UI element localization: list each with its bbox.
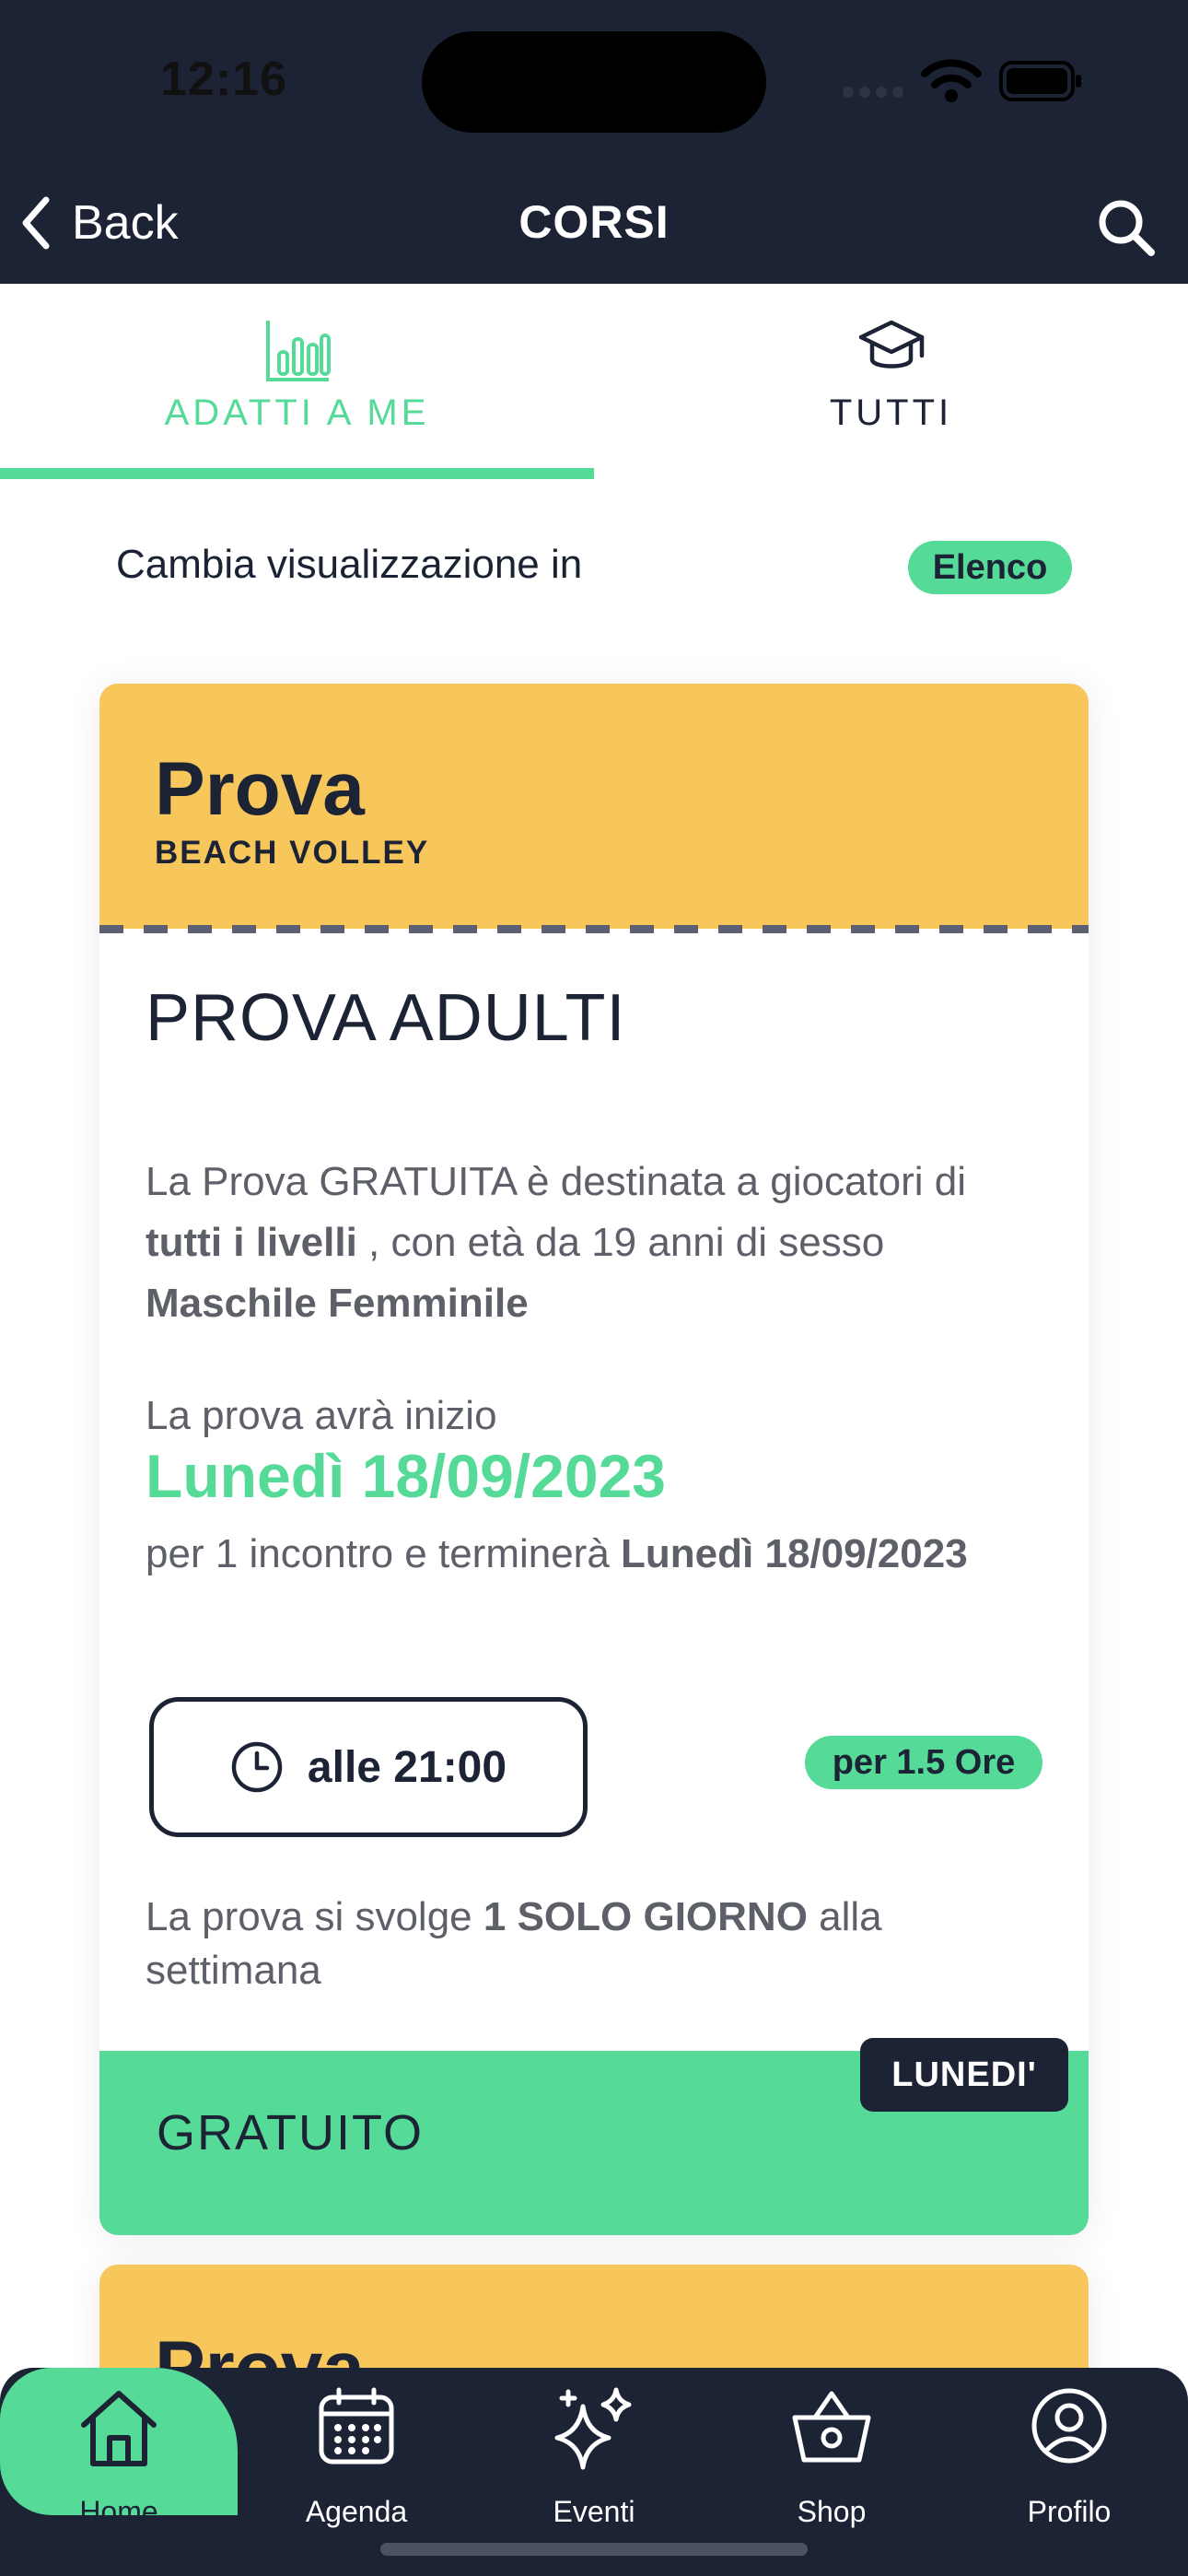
end-date: Lunedì 18/09/2023 [621,1531,968,1576]
start-label: La prova avrà inizio [146,1393,497,1438]
nav-label: Eventi [553,2495,635,2528]
sparkles-icon [554,2387,632,2470]
start-date: Lunedì 18/09/2023 [146,1442,666,1510]
page-title: CORSI [518,196,670,248]
dashed-divider [99,925,1089,933]
nav-profilo[interactable]: Profilo [950,2368,1188,2528]
active-tab-indicator [0,468,594,479]
gender-text: Maschile Femminile [146,1281,529,1326]
nav-label: Profilo [1027,2495,1112,2528]
dynamic-island [422,31,766,133]
search-icon[interactable] [1096,197,1157,258]
nav-agenda[interactable]: Agenda [238,2368,475,2528]
course-card[interactable]: Prova BEACH VOLLEY PROVA ADULTI La Prova… [99,684,1089,2235]
clock-icon [231,1741,283,1793]
basket-icon [792,2391,871,2463]
nav-label: Agenda [305,2495,408,2528]
status-time: 12:16 [160,53,287,106]
frequency-text: La prova si svolge 1 SOLO GIORNO alla se… [146,1894,882,1993]
graduation-cap-icon [858,320,924,369]
course-name: PROVA ADULTI [146,981,626,1055]
view-toggle-label: Cambia visualizzazione in [116,542,583,587]
price-label: GRATUITO [157,2105,425,2160]
bar-chart-icon [265,321,331,381]
tab-bar: ADATTI A ME TUTTI [0,284,1188,479]
card-header: Prova BEACH VOLLEY [99,684,1089,929]
course-type: Prova [155,747,365,831]
day-badge: LUNEDI' [860,2038,1068,2112]
course-sport: BEACH VOLLEY [155,835,430,871]
app-header: 12:16 Back CORSI [0,0,1188,284]
tab-label: TUTTI [829,392,953,433]
cellular-signal-icon [843,87,903,98]
nav-label: Home [79,2495,158,2528]
calendar-icon [319,2387,394,2465]
wifi-icon [921,59,982,102]
level-text: tutti i livelli [146,1220,357,1265]
duration-text: per 1 incontro e terminerà Lunedì 18/09/… [146,1531,968,1576]
tab-adatti-a-me[interactable]: ADATTI A ME [0,284,594,479]
nav-label: Shop [797,2495,867,2528]
time-label: alle 21:00 [307,1742,507,1792]
user-circle-icon [1031,2388,1107,2464]
battery-icon [999,61,1081,101]
home-indicator[interactable] [380,2543,808,2556]
home-icon [81,2391,157,2466]
duration-badge: per 1.5 Ore [805,1736,1042,1789]
course-description: La Prova GRATUITA è destinata a giocator… [146,1159,967,1326]
view-toggle-button[interactable]: Elenco [908,541,1072,594]
nav-eventi[interactable]: Eventi [475,2368,713,2528]
nav-shop[interactable]: Shop [713,2368,950,2528]
nav-home[interactable]: Home [0,2368,238,2528]
tab-tutti[interactable]: TUTTI [594,284,1188,479]
time-button[interactable]: alle 21:00 [149,1697,588,1837]
tab-label: ADATTI A ME [164,392,430,433]
